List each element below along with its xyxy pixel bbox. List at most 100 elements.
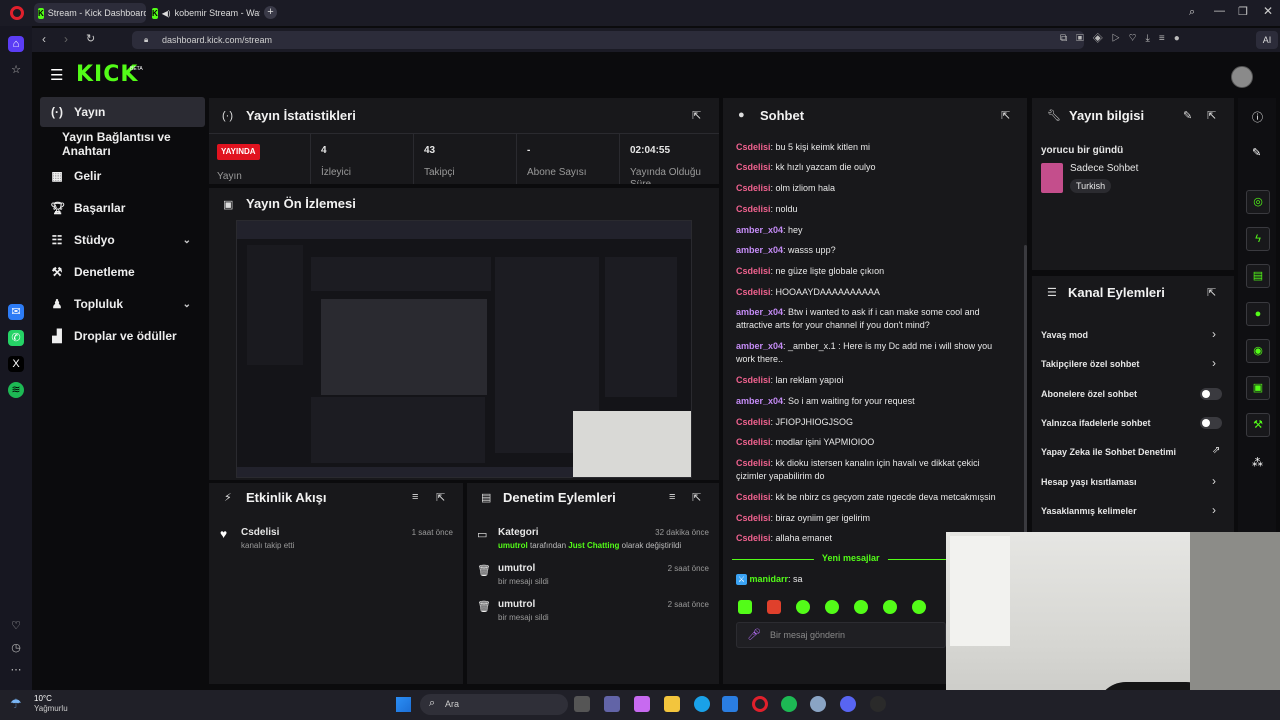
opera-logo-icon[interactable] <box>10 6 24 20</box>
chat-username[interactable]: Csdelisi <box>736 375 771 385</box>
opera-icon[interactable] <box>752 696 768 712</box>
widget-document-icon[interactable]: ▤ <box>1246 264 1270 288</box>
filter-icon[interactable]: ≡ <box>412 491 418 503</box>
back-icon[interactable]: ‹ <box>42 32 46 46</box>
category-name[interactable]: Sadece Sohbet <box>1070 163 1138 174</box>
popout-icon[interactable]: ⇱ <box>1207 286 1216 299</box>
task-view-icon[interactable] <box>574 696 590 712</box>
widget-preview-icon[interactable]: ▣ <box>1246 376 1270 400</box>
whatsapp-icon[interactable]: ✆ <box>8 330 24 346</box>
hamburger-menu-icon[interactable]: ☰ <box>50 66 63 84</box>
pencil-icon[interactable]: ✎ <box>1183 109 1192 122</box>
popout-icon[interactable]: ⇱ <box>436 491 445 504</box>
action-banned-words[interactable]: Yasaklanmış kelimeler › <box>1032 501 1234 521</box>
nav-item-stream[interactable]: (·) Yayın <box>40 97 205 127</box>
chat-username[interactable]: Csdelisi <box>736 458 771 468</box>
chat-username[interactable]: Csdelisi <box>736 287 771 297</box>
chat-username[interactable]: Csdelisi <box>736 266 771 276</box>
emote-icon[interactable] <box>796 600 810 614</box>
chat-username[interactable]: Csdelisi <box>736 437 771 447</box>
emote-icon[interactable] <box>912 600 926 614</box>
chat-username[interactable]: amber_x04 <box>736 307 783 317</box>
spotify-icon[interactable]: ≋ <box>8 382 24 398</box>
nav-item-community[interactable]: ♟ Topluluk ⌄ <box>40 289 205 319</box>
tab-kick-dashboard[interactable]: K Stream - Kick Dashboard <box>34 3 146 23</box>
chat-username[interactable]: Csdelisi <box>736 417 771 427</box>
weather-desc[interactable]: Yağmurlu <box>34 704 68 713</box>
chat-username[interactable]: Csdelisi <box>736 162 771 172</box>
edit-layout-icon[interactable]: ✎ <box>1252 146 1261 159</box>
nav-item-stream-key[interactable]: Yayın Bağlantısı ve Anahtarı <box>40 129 205 159</box>
forward-icon[interactable]: › <box>64 32 68 46</box>
popout-icon[interactable]: ⇱ <box>1001 109 1010 122</box>
discord-icon[interactable] <box>840 696 856 712</box>
action-followers-only[interactable]: Takipçilere özel sohbet › <box>1032 354 1234 374</box>
obs-icon[interactable] <box>870 696 886 712</box>
action-account-age[interactable]: Hesap yaşı kısıtlaması › <box>1032 472 1234 492</box>
emote-icon[interactable] <box>825 600 839 614</box>
maximize-button[interactable]: ❐ <box>1238 5 1248 18</box>
popout-icon[interactable]: ⇱ <box>1207 109 1216 122</box>
reload-icon[interactable]: ↻ <box>86 32 95 45</box>
x-icon[interactable]: X <box>8 356 24 372</box>
widget-lightning-icon[interactable]: ϟ <box>1246 227 1270 251</box>
category-thumbnail[interactable] <box>1041 163 1063 193</box>
ai-button[interactable]: AI <box>1256 31 1278 49</box>
search-tabs-icon[interactable]: ⌕ <box>1189 6 1195 19</box>
chat-username[interactable]: Csdelisi <box>736 204 771 214</box>
info-icon[interactable]: ⓘ <box>1252 109 1263 125</box>
teams-icon[interactable] <box>604 696 620 712</box>
star-icon[interactable]: ☆ <box>8 62 24 78</box>
emote-icon[interactable] <box>854 600 868 614</box>
emote-icon[interactable] <box>738 600 752 614</box>
chat-username[interactable]: amber_x04 <box>736 341 783 351</box>
widget-chat-icon[interactable]: ● <box>1246 302 1270 326</box>
more-icon[interactable]: ⋯ <box>8 662 24 678</box>
file-explorer-icon[interactable] <box>664 696 680 712</box>
nav-item-moderation[interactable]: ⚒ Denetleme <box>40 257 205 287</box>
subscribers-only-toggle[interactable] <box>1200 388 1222 400</box>
weather-temp[interactable]: 10°C <box>34 694 52 703</box>
chat-username[interactable]: Csdelisi <box>736 183 771 193</box>
chat-scrollbar[interactable] <box>1024 245 1027 545</box>
spotify-icon[interactable] <box>781 696 797 712</box>
widget-live-icon[interactable]: ◉ <box>1246 339 1270 363</box>
emote-icon[interactable] <box>883 600 897 614</box>
store-icon[interactable] <box>722 696 738 712</box>
chat-username[interactable]: amber_x04 <box>736 245 783 255</box>
messenger-icon[interactable]: ✉ <box>8 304 24 320</box>
avatar[interactable] <box>1231 66 1253 88</box>
nav-item-achievements[interactable]: 🏆︎ Başarılar <box>40 193 205 223</box>
edge-icon[interactable] <box>694 696 710 712</box>
home-icon[interactable]: ⌂ <box>8 36 24 52</box>
widget-camera-icon[interactable]: ◎ <box>1246 190 1270 214</box>
nav-item-income[interactable]: ▦ Gelir <box>40 161 205 191</box>
close-window-button[interactable]: ✕ <box>1263 4 1273 18</box>
emotes-only-toggle[interactable] <box>1200 417 1222 429</box>
popout-icon[interactable]: ⇱ <box>692 109 701 122</box>
emote-icon[interactable] <box>767 600 781 614</box>
widget-more-icon[interactable]: ⁂ <box>1252 456 1263 469</box>
url-field[interactable]: 🔒︎ dashboard.kick.com/stream <box>132 31 1084 49</box>
stream-preview-video[interactable] <box>236 220 692 478</box>
chat-username[interactable]: Csdelisi <box>736 513 771 523</box>
chat-username[interactable]: Csdelisi <box>736 492 771 502</box>
chat-username[interactable]: manidarr <box>750 574 789 584</box>
tab-kobemir-stream[interactable]: K ◀) kobemir Stream - Wat <box>148 3 260 23</box>
new-messages-label[interactable]: Yeni mesajlar <box>813 553 888 563</box>
chat-username[interactable]: Csdelisi <box>736 142 771 152</box>
taskbar-search[interactable]: ⌕ Ara <box>420 694 568 715</box>
action-slow-mode[interactable]: Yavaş mod › <box>1032 325 1234 345</box>
history-icon[interactable]: ◷ <box>8 640 24 656</box>
chat-username[interactable]: amber_x04 <box>736 225 783 235</box>
heart-icon[interactable]: ♡ <box>8 618 24 634</box>
widget-wrench-icon[interactable]: ⚒ <box>1246 413 1270 437</box>
copilot-icon[interactable] <box>634 696 650 712</box>
popout-icon[interactable]: ⇱ <box>692 491 701 504</box>
action-ai-moderation[interactable]: Yapay Zeka ile Sohbet Denetimi ⇗ <box>1032 442 1234 462</box>
new-tab-button[interactable]: + <box>264 6 277 19</box>
chat-username[interactable]: Csdelisi <box>736 533 771 543</box>
windows-start-icon[interactable] <box>396 697 411 712</box>
toolbar-extension-icons[interactable]: ⧉▣◈▷♡⤓≡● <box>1060 33 1240 47</box>
chat-input[interactable]: 🎤︎ Bir mesaj gönderin <box>736 622 946 648</box>
